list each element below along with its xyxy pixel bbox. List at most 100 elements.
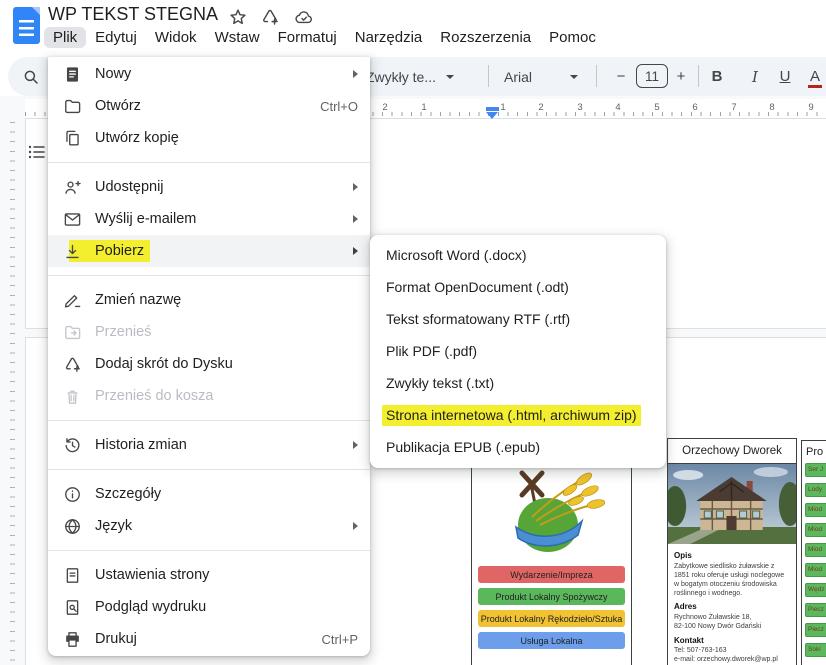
chevron-down-icon [446, 75, 454, 79]
underline-button[interactable]: U [774, 57, 796, 96]
top-bar: WP TEKST STEGNA Plik Edytuj Widok Wstaw … [0, 0, 826, 57]
page-setup-icon [62, 565, 82, 585]
print-preview-icon [62, 597, 82, 617]
ruler-number: 9 [808, 102, 813, 113]
submenu-item-rtf[interactable]: Tekst sformatowany RTF (.rtf) [370, 303, 666, 335]
submenu-item-odt[interactable]: Format OpenDocument (.odt) [370, 271, 666, 303]
ruler-number: 3 [577, 102, 582, 113]
file-menu-item-pobierz[interactable]: Pobierz [48, 235, 370, 267]
menu-wstaw[interactable]: Wstaw [206, 27, 269, 48]
menu-divider [48, 469, 370, 470]
menu-item-label: Zmień nazwę [95, 292, 181, 308]
new-document-icon [62, 64, 82, 84]
document-title[interactable]: WP TEKST STEGNA [48, 4, 218, 25]
menu-item-label: Udostępnij [95, 179, 164, 195]
menu-pomoc[interactable]: Pomoc [540, 27, 605, 48]
text-color-label: A [810, 68, 820, 85]
menu-item-label: Pobierz [95, 243, 144, 259]
menu-shortcut: Ctrl+P [322, 632, 358, 647]
document-outline-icon[interactable] [28, 144, 48, 162]
menu-item-label: Szczegóły [95, 486, 161, 502]
info-icon [62, 484, 82, 504]
ruler-number: 5 [654, 102, 659, 113]
menu-item-label: Dodaj skrót do Dysku [95, 356, 233, 372]
globe-icon [62, 516, 82, 536]
products-card: Pro Ser J Lody Miod Miod Miod Miod Wędz … [801, 440, 826, 665]
house-photo [668, 464, 796, 544]
toolbar-divider [698, 65, 699, 87]
menu-widok[interactable]: Widok [146, 27, 206, 48]
ruler-number: 2 [538, 102, 543, 113]
opis-text: Zabytkowe siedlisko żuławskie z 1851 rok… [674, 562, 790, 599]
submenu-item-html-zip[interactable]: Strona internetowa (.html, archiwum zip) [370, 399, 666, 431]
file-menu-item-drukuj[interactable]: Drukuj Ctrl+P [48, 623, 370, 655]
menu-formatuj[interactable]: Formatuj [269, 27, 346, 48]
submenu-item-epub[interactable]: Publikacja EPUB (.epub) [370, 431, 666, 463]
submenu-item-label: Zwykły tekst (.txt) [386, 375, 494, 391]
opis-heading: Opis [674, 551, 790, 562]
decrease-font-size-button[interactable]: − [610, 57, 632, 96]
font-size-input[interactable]: 11 [636, 64, 668, 88]
menu-item-label: Drukuj [95, 631, 137, 647]
cloud-status-icon[interactable] [292, 5, 316, 29]
bold-button[interactable]: B [706, 57, 728, 96]
product-item: Wędz [805, 583, 826, 597]
star-icon[interactable] [226, 5, 250, 29]
menu-divider [48, 550, 370, 551]
text-color-button[interactable]: A [804, 57, 826, 96]
product-item: Piecz [805, 623, 826, 637]
increase-font-size-button[interactable]: + [670, 57, 692, 96]
submenu-item-docx[interactable]: Microsoft Word (.docx) [370, 239, 666, 271]
product-item: Ser J [805, 463, 826, 477]
menu-item-label: Wyślij e-mailem [95, 211, 196, 227]
toolbar-divider [596, 65, 597, 87]
menu-item-label: Otwórz [95, 98, 141, 114]
menu-item-label: Podgląd wydruku [95, 599, 206, 615]
download-submenu: Microsoft Word (.docx) Format OpenDocume… [370, 235, 666, 468]
menu-item-label: Przenieś do kosza [95, 388, 213, 404]
file-menu-item-otworz[interactable]: Otwórz Ctrl+O [48, 90, 370, 122]
submenu-item-pdf[interactable]: Plik PDF (.pdf) [370, 335, 666, 367]
italic-button[interactable]: I [744, 57, 766, 96]
submenu-item-label: Plik PDF (.pdf) [386, 343, 477, 359]
file-menu-item-utworz-kopie[interactable]: Utwórz kopię [48, 122, 370, 154]
file-menu-item-wyslij-emailem[interactable]: Wyślij e-mailem [48, 203, 370, 235]
ruler-number: 4 [615, 102, 620, 113]
file-menu-item-dodaj-skrot[interactable]: Dodaj skrót do Dysku [48, 348, 370, 380]
indent-marker[interactable] [486, 107, 499, 119]
file-menu-item-udostepnij[interactable]: Udostępnij [48, 171, 370, 203]
copy-icon [62, 128, 82, 148]
menu-narzedzia[interactable]: Narzędzia [346, 27, 432, 48]
paragraph-style-dropdown[interactable]: Zwykły te... [366, 57, 454, 96]
download-icon [62, 241, 82, 261]
adres-line: Rychnowo Żuławskie 18, [674, 613, 790, 622]
product-item: Piecz [805, 603, 826, 617]
submenu-item-txt[interactable]: Zwykły tekst (.txt) [370, 367, 666, 399]
submenu-arrow-icon [353, 215, 358, 223]
file-menu-item-przenies-do-kosza: Przenieś do kosza [48, 380, 370, 412]
submenu-arrow-icon [353, 247, 358, 255]
menu-edytuj[interactable]: Edytuj [86, 27, 146, 48]
file-menu-item-zmien-nazwe[interactable]: Zmień nazwę [48, 284, 370, 316]
menu-plik[interactable]: Plik [44, 27, 86, 48]
menu-item-label: Historia zmian [95, 437, 187, 453]
menu-rozszerzenia[interactable]: Rozszerzenia [431, 27, 540, 48]
submenu-item-label: Format OpenDocument (.odt) [386, 279, 569, 295]
google-docs-icon[interactable] [13, 7, 40, 44]
product-item: Miod [805, 503, 826, 517]
ruler-number: 1 [421, 102, 426, 113]
menu-item-label: Przenieś [95, 324, 151, 340]
file-menu-item-jezyk[interactable]: Język [48, 510, 370, 542]
file-menu-item-historia-zmian[interactable]: Historia zmian [48, 429, 370, 461]
menu-item-label: Ustawienia strony [95, 567, 209, 583]
font-dropdown[interactable]: Arial [504, 57, 578, 96]
drive-shortcut-add-icon [62, 354, 82, 374]
version-history-icon [62, 435, 82, 455]
file-menu-item-nowy[interactable]: Nowy [48, 58, 370, 90]
dworek-card-title: Orzechowy Dworek [668, 439, 796, 464]
drive-shortcut-icon[interactable] [258, 5, 282, 29]
file-menu-item-ustawienia-strony[interactable]: Ustawienia strony [48, 559, 370, 591]
file-menu-item-szczegoly[interactable]: Szczegóły [48, 478, 370, 510]
kontakt-heading: Kontakt [674, 636, 790, 647]
file-menu-item-podglad-wydruku[interactable]: Podgląd wydruku [48, 591, 370, 623]
